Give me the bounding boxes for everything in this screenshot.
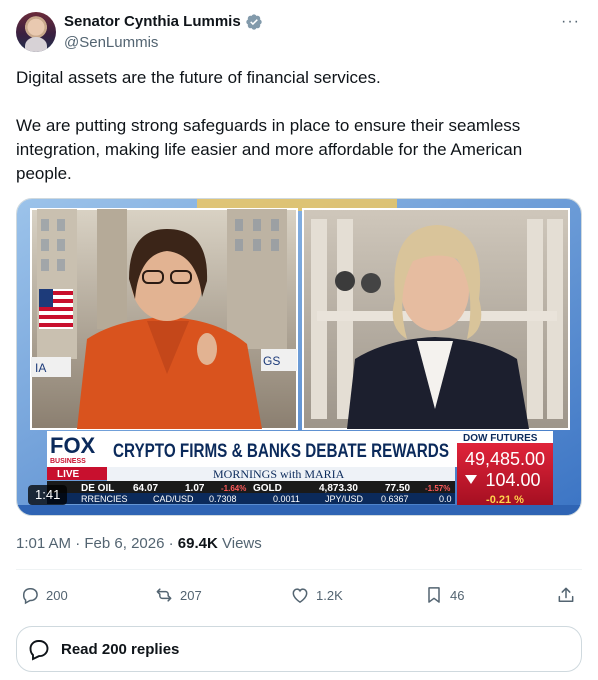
bg-sign-text: GS	[263, 354, 280, 368]
reply-button[interactable]: 200	[20, 580, 68, 610]
ticker-item: -1.57%	[425, 484, 450, 493]
author-name-row: Senator Cynthia Lummis	[64, 12, 263, 32]
ticker-item: 1.07	[185, 483, 205, 494]
tweet-paragraph: Digital assets are the future of financi…	[16, 68, 381, 87]
show-name: MORNINGS with MARIA	[213, 467, 345, 481]
ticker-item: RRENCIES	[81, 494, 128, 504]
chyron-headline: CRYPTO FIRMS & BANKS DEBATE REWARDS	[113, 441, 449, 462]
like-button[interactable]: 1.2K	[290, 580, 343, 610]
ticker-item: 0.0	[439, 494, 452, 504]
author-handle[interactable]: @SenLummis	[64, 33, 158, 53]
video-player[interactable]: IA GS FOX BUSINESS LIVE CRYPTO FIRMS & B…	[16, 198, 582, 516]
fox-business-label: BUSINESS	[50, 458, 86, 465]
tweet-meta: 1:01 AM · Feb 6, 2026 · 69.4K Views	[16, 534, 262, 554]
reply-icon	[23, 588, 38, 605]
repost-button[interactable]: 207	[154, 580, 202, 610]
action-bar: 200 207 1.2K 46	[16, 580, 582, 610]
verified-badge-icon	[246, 14, 262, 30]
avatar[interactable]	[16, 12, 56, 52]
reply-bubble-icon	[29, 640, 49, 661]
ticker-item: CAD/USD	[153, 494, 194, 504]
ticker-item: 77.50	[385, 483, 410, 494]
ticker-item: GOLD	[253, 483, 282, 494]
video-duration-badge: 1:41	[28, 485, 68, 505]
fox-logo: FOX	[50, 433, 96, 458]
tweet-date[interactable]: Feb 6, 2026	[84, 535, 164, 552]
live-badge: LIVE	[57, 469, 80, 480]
repost-icon	[156, 588, 172, 602]
views-count: 69.4K	[177, 535, 218, 552]
repost-count: 207	[180, 587, 202, 603]
bookmark-count: 46	[450, 587, 465, 603]
like-count: 1.2K	[316, 587, 343, 603]
dow-label: DOW FUTURES	[463, 433, 538, 444]
ticker-item: -1.64%	[221, 484, 246, 493]
tweet-time[interactable]: 1:01 AM	[16, 535, 71, 552]
read-replies-label: Read 200 replies	[61, 640, 180, 658]
dow-change: 104.00	[485, 470, 540, 490]
video-frame: IA GS FOX BUSINESS LIVE CRYPTO FIRMS & B…	[17, 199, 581, 515]
ticker-item: 64.07	[133, 483, 158, 494]
bookmark-button[interactable]: 46	[424, 580, 464, 610]
share-icon	[558, 587, 574, 602]
tweet-paragraph: We are putting strong safeguards in plac…	[16, 116, 523, 183]
dow-change-pct: -0.21 %	[486, 494, 524, 506]
ticker-item: 0.6367	[381, 494, 409, 504]
read-replies-button[interactable]: Read 200 replies	[16, 626, 582, 672]
author-name[interactable]: Senator Cynthia Lummis	[64, 12, 241, 32]
ticker-item: JPY/USD	[325, 494, 364, 504]
meta-separator: ·	[168, 535, 174, 552]
ticker-item: 0.0011	[273, 494, 300, 504]
more-horizontal-icon[interactable]: ···	[561, 12, 580, 32]
ticker-item: 4,873.30	[319, 483, 358, 494]
ticker-item: DE OIL	[81, 483, 114, 494]
tweet-text: Digital assets are the future of financi…	[16, 66, 576, 186]
heart-icon	[292, 588, 308, 603]
bookmark-icon	[428, 587, 440, 603]
divider	[16, 569, 582, 570]
share-button[interactable]	[556, 580, 576, 610]
meta-separator: ·	[75, 535, 81, 552]
views-label: Views	[222, 535, 262, 552]
ticker-item: 0.7308	[209, 494, 237, 504]
bg-sign-text: IA	[35, 361, 46, 375]
dow-value: 49,485.00	[465, 449, 545, 469]
reply-count: 200	[46, 587, 68, 603]
